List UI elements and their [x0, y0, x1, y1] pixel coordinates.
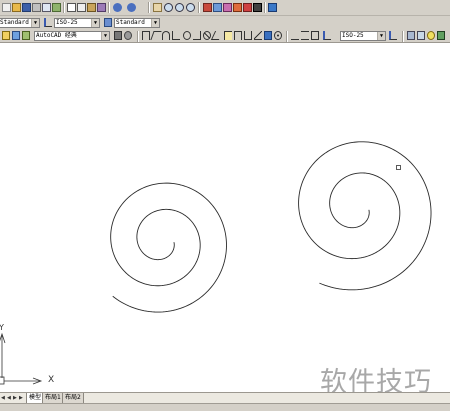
tool-palettes-icon[interactable] — [223, 3, 232, 12]
tab-last-icon[interactable]: ▶ — [19, 394, 24, 402]
leader-icon[interactable] — [254, 31, 262, 40]
workspace-toolbar: AutoCAD 经典 ▼ ISO-25 ▼ — [0, 29, 450, 43]
zoom-realtime-icon[interactable] — [164, 3, 173, 12]
center-mark-icon[interactable] — [274, 31, 282, 40]
dim-style-dropdown-2[interactable]: ISO-25 ▼ — [340, 31, 386, 41]
layer-icon[interactable] — [2, 31, 10, 40]
workspace-dropdown[interactable]: AutoCAD 经典 ▼ — [34, 31, 110, 41]
save-icon[interactable] — [22, 3, 31, 12]
baseline-dim-icon[interactable] — [234, 31, 242, 40]
help-icon[interactable] — [268, 3, 277, 12]
dim-style-value-2: ISO-25 — [342, 32, 364, 39]
copy-icon[interactable] — [77, 3, 86, 12]
axis-y-label: Y — [0, 323, 4, 332]
styles-toolbar: Standard ▼ ISO-25 ▼ Standard ▼ — [0, 16, 450, 29]
gear-icon[interactable] — [124, 31, 132, 40]
tolerance-icon[interactable] — [264, 31, 272, 40]
preview-icon[interactable] — [42, 3, 51, 12]
bulb-icon[interactable] — [427, 31, 435, 40]
dim-style-value: ISO-25 — [56, 19, 78, 26]
zoom-previous-icon[interactable] — [186, 3, 195, 12]
dim-update-icon[interactable] — [311, 31, 319, 40]
dim-style-icon[interactable] — [323, 31, 331, 40]
chevron-down-icon: ▼ — [31, 19, 39, 27]
angular-dim-icon[interactable] — [210, 31, 224, 40]
chevron-down-icon: ▼ — [101, 32, 109, 40]
linear-dim-icon[interactable] — [142, 31, 150, 40]
undo-icon[interactable] — [113, 3, 122, 12]
sheet-set-icon[interactable] — [233, 3, 242, 12]
publish-icon[interactable] — [52, 3, 61, 12]
spiral-left[interactable] — [110, 182, 227, 313]
pan-icon[interactable] — [153, 3, 162, 12]
paste-icon[interactable] — [87, 3, 96, 12]
dim-text-edit-icon[interactable] — [301, 31, 309, 40]
quick-dim-icon[interactable] — [224, 31, 232, 40]
jogged-dim-icon[interactable] — [193, 31, 201, 40]
tab-first-icon[interactable]: ◀ — [1, 394, 6, 402]
layer-prev-icon[interactable] — [22, 31, 30, 40]
layer-state-icon[interactable] — [12, 31, 20, 40]
chevron-down-icon: ▼ — [377, 32, 385, 40]
arc-length-icon[interactable] — [162, 31, 170, 40]
dim-override-icon[interactable] — [389, 31, 397, 40]
dim-style-icon — [44, 18, 52, 27]
text-style-value: Standard — [0, 19, 29, 26]
chevron-down-icon: ▼ — [151, 19, 159, 27]
open-icon[interactable] — [12, 3, 21, 12]
dim-edit-icon[interactable] — [291, 31, 299, 40]
chevron-down-icon: ▼ — [91, 19, 99, 27]
continue-dim-icon[interactable] — [244, 31, 252, 40]
table-style-icon — [104, 18, 112, 27]
table-style-dropdown[interactable]: Standard ▼ — [114, 18, 160, 28]
dim-style-dropdown[interactable]: ISO-25 ▼ — [54, 18, 100, 28]
plot-icon[interactable] — [32, 3, 41, 12]
ucs-icon — [0, 332, 43, 385]
workspace-settings-icon[interactable] — [114, 31, 122, 40]
ortho-icon[interactable] — [417, 31, 425, 40]
redo-icon[interactable] — [127, 3, 136, 12]
tab-next-icon[interactable]: ▶ — [13, 394, 18, 402]
drawing-canvas[interactable]: Y — [0, 44, 450, 392]
axis-x-label: X — [48, 375, 55, 385]
radius-dim-icon[interactable] — [183, 31, 191, 40]
plot-preview-icon[interactable] — [407, 31, 415, 40]
standard-toolbar — [0, 0, 450, 16]
table-style-value: Standard — [116, 19, 145, 26]
properties-icon[interactable] — [203, 3, 212, 12]
match-icon[interactable] — [97, 3, 106, 12]
text-style-dropdown[interactable]: Standard ▼ — [0, 18, 40, 28]
aligned-dim-icon[interactable] — [150, 31, 162, 40]
calc-icon[interactable] — [253, 3, 262, 12]
color-icon[interactable] — [437, 31, 445, 40]
tab-prev-icon[interactable]: ◀ — [7, 394, 12, 402]
design-center-icon[interactable] — [213, 3, 222, 12]
spiral-right[interactable] — [298, 141, 432, 291]
diameter-dim-icon[interactable] — [203, 31, 211, 40]
ordinate-dim-icon[interactable] — [172, 31, 180, 40]
zoom-window-icon[interactable] — [175, 3, 184, 12]
new-icon[interactable] — [2, 3, 11, 12]
markup-icon[interactable] — [243, 3, 252, 12]
cut-icon[interactable] — [67, 3, 76, 12]
cursor-pickbox — [396, 165, 401, 170]
workspace-value: AutoCAD 经典 — [36, 32, 77, 39]
